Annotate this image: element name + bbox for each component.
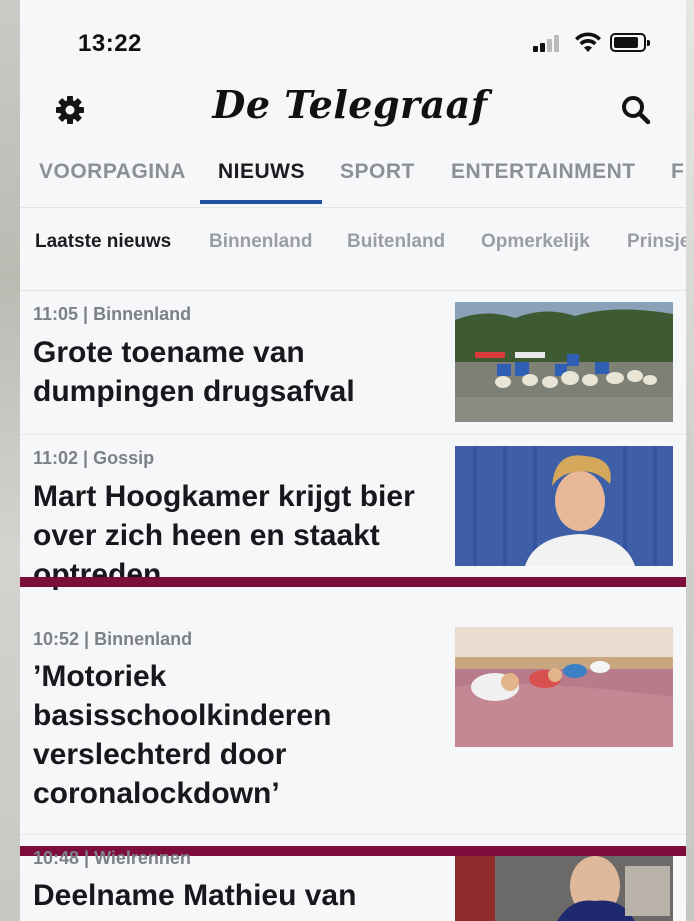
subtab-laatste-nieuws[interactable]: Laatste nieuws [35, 231, 171, 253]
status-bar: 13:22 [20, 0, 686, 78]
tab-sport[interactable]: SPORT [340, 160, 415, 184]
background-left [0, 0, 22, 921]
article-thumbnail [455, 302, 673, 422]
active-tab-indicator [200, 200, 322, 204]
article-item[interactable]: 10:52 | Binnenland ’Motoriek basisschool… [20, 615, 686, 835]
article-headline: ’Motoriek basisschoolkinderen verslechte… [33, 660, 332, 810]
app-screen: 13:22 De Telegraaf VOORPAGINA NIEUWS SPO… [20, 0, 686, 921]
subtab-opmerkelijk[interactable]: Opmerkelijk [481, 231, 590, 253]
article-headline: Deelname Mathieu van [33, 879, 357, 912]
sub-tabs: Laatste nieuws Binnenland Buitenland Opm… [20, 209, 686, 291]
article-item[interactable]: 11:02 | Gossip Mart Hoogkamer krijgt bie… [20, 436, 686, 591]
tab-nieuws[interactable]: NIEUWS [218, 160, 305, 184]
tab-voorpagina[interactable]: VOORPAGINA [39, 160, 186, 184]
wifi-icon [575, 32, 601, 52]
subtab-prinsjesdag[interactable]: Prinsje [627, 231, 686, 253]
battery-icon [610, 33, 650, 52]
tab-partial[interactable]: F [671, 160, 684, 184]
article-meta: 11:02 | Gossip [33, 448, 155, 468]
article-item[interactable]: 10:48 | Wielrennen Deelname Mathieu van [20, 848, 686, 921]
gear-icon[interactable] [54, 94, 86, 126]
signal-icon [533, 34, 563, 52]
article-thumbnail [455, 856, 673, 921]
main-tabs: VOORPAGINA NIEUWS SPORT ENTERTAINMENT F [20, 142, 686, 208]
article-headline: Grote toename van dumpingen drugsafval [33, 336, 355, 408]
app-logo: De Telegraaf [212, 82, 488, 127]
article-meta: 10:48 | Wielrennen [33, 848, 191, 868]
subtab-binnenland[interactable]: Binnenland [209, 231, 312, 253]
article-thumbnail [455, 627, 673, 747]
app-header: De Telegraaf [20, 78, 686, 142]
article-meta: 11:05 | Binnenland [33, 304, 192, 324]
article-item[interactable]: 11:05 | Binnenland Grote toename van dum… [20, 292, 686, 435]
subtab-buitenland[interactable]: Buitenland [347, 231, 445, 253]
status-time: 13:22 [78, 30, 142, 57]
section-divider [20, 577, 686, 587]
search-icon[interactable] [620, 94, 652, 126]
article-thumbnail [455, 446, 673, 566]
tab-entertainment[interactable]: ENTERTAINMENT [451, 160, 636, 184]
article-meta: 10:52 | Binnenland [33, 629, 193, 649]
